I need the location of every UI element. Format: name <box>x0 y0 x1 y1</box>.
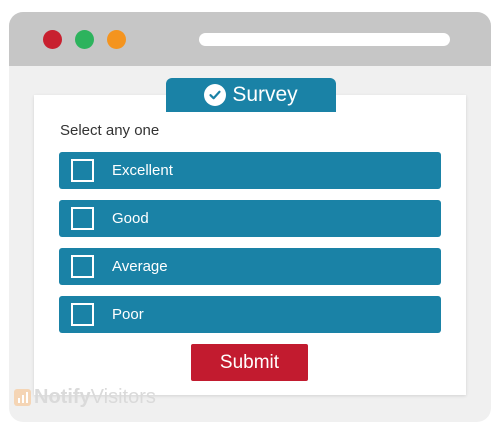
option-excellent[interactable]: Excellent <box>59 152 441 189</box>
option-poor[interactable]: Poor <box>59 296 441 333</box>
watermark-brand-part1: Notify <box>34 386 91 408</box>
survey-prompt: Select any one <box>60 122 160 139</box>
survey-tab: Survey <box>166 78 336 112</box>
checkbox-icon[interactable] <box>71 303 94 326</box>
option-label: Average <box>112 258 168 275</box>
submit-button[interactable]: Submit <box>191 344 308 381</box>
option-label: Poor <box>112 306 144 323</box>
option-label: Excellent <box>112 162 173 179</box>
checkbox-icon[interactable] <box>71 207 94 230</box>
checkbox-icon[interactable] <box>71 159 94 182</box>
title-bar <box>9 12 491 66</box>
check-circle-icon <box>204 84 227 106</box>
option-label: Good <box>112 210 149 227</box>
watermark-logo: Notify Visitors <box>14 386 156 409</box>
maximize-window-dot[interactable] <box>75 30 94 49</box>
checkbox-icon[interactable] <box>71 255 94 278</box>
option-average[interactable]: Average <box>59 248 441 285</box>
watermark-brand-part2: Visitors <box>90 386 156 408</box>
close-window-dot[interactable] <box>43 30 62 49</box>
minimize-window-dot[interactable] <box>107 30 126 49</box>
address-bar[interactable] <box>199 33 450 46</box>
browser-window: Survey Select any one Excellent Good Ave… <box>9 12 491 422</box>
bar-chart-logo-icon <box>14 389 31 406</box>
survey-tab-label: Survey <box>232 83 298 106</box>
option-good[interactable]: Good <box>59 200 441 237</box>
